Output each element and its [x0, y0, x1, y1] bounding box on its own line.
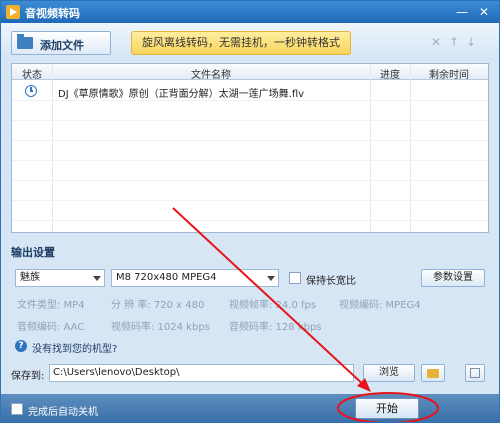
toolbar: 添加文件 旋风离线转码，无需挂机，一秒钟转格式 ✕ ↑ ↓	[1, 23, 499, 61]
start-button[interactable]: 开始	[355, 398, 419, 419]
file-table: 状态 文件名称 进度 剩余时间 DJ《草原情歌》原创（正背面分解）太湖一莲广场舞…	[11, 63, 489, 233]
format-value: M8 720x480 MPEG4	[116, 272, 217, 283]
param-video-codec: 视频编码: MPEG4	[339, 300, 421, 311]
clock-icon	[25, 85, 37, 97]
device-value: 魅族	[20, 272, 40, 283]
file-name: DJ《草原情歌》原创（正背面分解）太湖一莲广场舞.flv	[58, 89, 305, 100]
auto-shutdown-label: 完成后自动关机	[28, 407, 98, 418]
keep-ratio-label: 保持长宽比	[306, 276, 356, 287]
param-file-type: 文件类型: MP4	[17, 300, 85, 311]
table-row-empty	[12, 141, 488, 161]
export-button[interactable]	[465, 364, 485, 382]
add-file-button[interactable]: 添加文件	[11, 31, 111, 55]
export-icon	[470, 368, 480, 378]
help-icon[interactable]: ?	[15, 340, 27, 352]
move-up-icon[interactable]: ↑	[447, 35, 461, 49]
promo-banner[interactable]: 旋风离线转码，无需挂机，一秒钟转格式	[131, 31, 351, 55]
param-audio-bitrate: 音频码率: 128 kbps	[229, 322, 322, 333]
param-resolution: 分 辨 率: 720 x 480	[111, 300, 205, 311]
table-row-empty	[12, 161, 488, 181]
minimize-button[interactable]: —	[453, 4, 471, 20]
folder-icon	[17, 34, 33, 49]
window-title: 音视频转码	[25, 7, 80, 20]
output-settings-title: 输出设置	[11, 246, 55, 259]
chevron-down-icon	[267, 276, 275, 281]
param-audio-codec: 音频编码: AAC	[17, 322, 85, 333]
auto-shutdown-checkbox[interactable]	[11, 403, 23, 415]
add-file-label: 添加文件	[40, 39, 84, 52]
chevron-down-icon	[93, 276, 101, 281]
table-row-empty	[12, 101, 488, 121]
app-window: 音视频转码 — ✕ 添加文件 旋风离线转码，无需挂机，一秒钟转格式 ✕ ↑ ↓ …	[0, 0, 500, 423]
footer-bar: 完成后自动关机	[1, 394, 499, 422]
move-down-icon[interactable]: ↓	[464, 35, 478, 49]
table-header: 状态 文件名称 进度 剩余时间	[12, 64, 488, 81]
title-bar: 音视频转码 — ✕	[1, 1, 499, 23]
table-row-empty	[12, 201, 488, 221]
header-progress[interactable]: 进度	[370, 66, 410, 81]
device-help-link[interactable]: 没有找到您的机型?	[32, 340, 117, 355]
remove-icon[interactable]: ✕	[429, 35, 443, 49]
header-filename[interactable]: 文件名称	[52, 66, 370, 81]
table-row-empty	[12, 121, 488, 141]
browse-button[interactable]: 浏览	[363, 364, 415, 382]
open-folder-button[interactable]	[421, 364, 445, 382]
table-row[interactable]: DJ《草原情歌》原创（正背面分解）太湖一莲广场舞.flv	[12, 81, 488, 101]
keep-ratio-checkbox[interactable]	[289, 272, 301, 284]
param-video-bitrate: 视频码率: 1024 kbps	[111, 322, 210, 333]
save-path-input[interactable]: C:\Users\lenovo\Desktop\	[49, 364, 354, 382]
header-status[interactable]: 状态	[12, 66, 52, 81]
header-remaining[interactable]: 剩余时间	[410, 66, 488, 81]
close-window-button[interactable]: ✕	[475, 4, 493, 20]
open-folder-icon	[427, 369, 439, 378]
save-to-label: 保存到:	[11, 371, 45, 382]
param-frame-rate: 视频帧率: 24.0 fps	[229, 300, 317, 311]
app-icon	[6, 5, 20, 19]
format-select[interactable]: M8 720x480 MPEG4	[111, 269, 279, 287]
param-settings-button[interactable]: 参数设置	[421, 269, 485, 287]
table-row-empty	[12, 181, 488, 201]
device-select[interactable]: 魅族	[15, 269, 105, 287]
